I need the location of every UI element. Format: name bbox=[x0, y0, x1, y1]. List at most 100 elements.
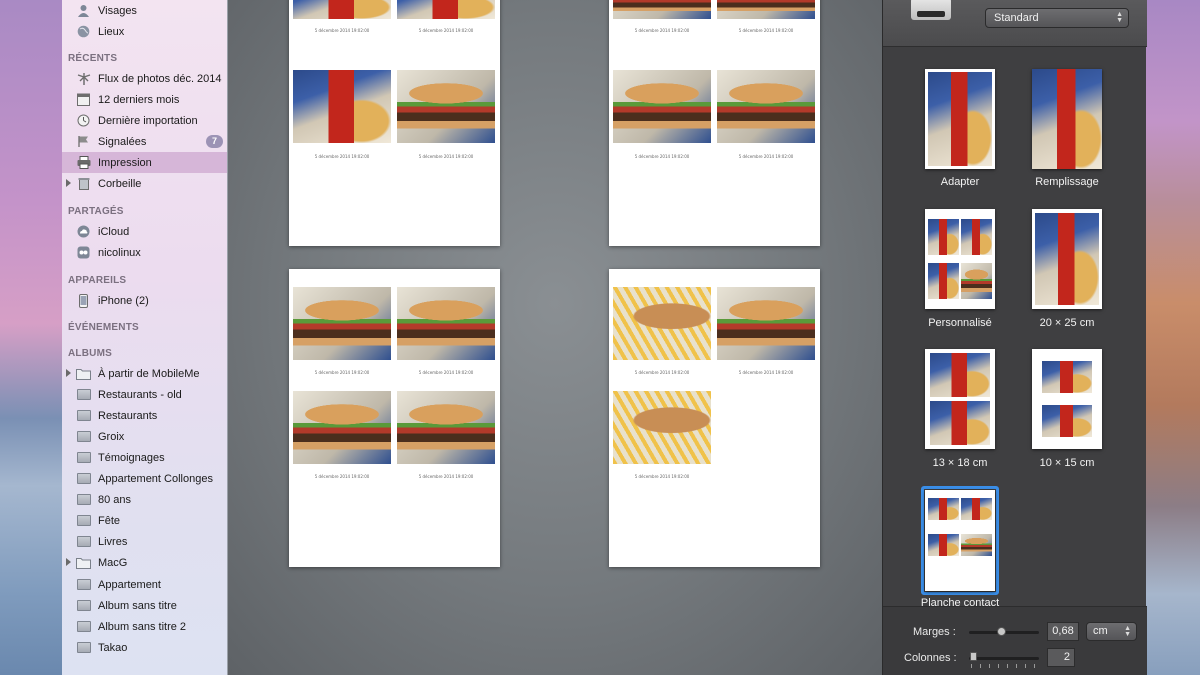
columns-label: Colonnes : bbox=[904, 652, 957, 664]
preset-13x18[interactable] bbox=[925, 349, 995, 449]
photo-thumbnail[interactable] bbox=[397, 287, 495, 360]
sidebar-item-12-months[interactable]: 12 derniers mois bbox=[62, 89, 227, 110]
chevron-updown-icon: ▲ ▼ bbox=[1124, 625, 1131, 638]
sidebar-item-icloud[interactable]: iCloud bbox=[62, 221, 227, 242]
album-icon bbox=[76, 640, 91, 655]
folder-icon bbox=[76, 555, 91, 570]
unit-select[interactable]: cm ▲ ▼ bbox=[1086, 622, 1137, 641]
sidebar-album-mobileme[interactable]: À partir de MobileMe bbox=[62, 363, 227, 384]
photo-caption: 5 décembre 2014 19:02:00 bbox=[634, 154, 690, 159]
columns-slider-knob[interactable] bbox=[970, 652, 977, 661]
paper-size-select[interactable]: Standard ▲ ▼ bbox=[985, 8, 1129, 28]
album-icon bbox=[76, 534, 91, 549]
sidebar-item-trash[interactable]: Corbeille bbox=[62, 173, 227, 194]
columns-slider-track[interactable] bbox=[969, 657, 1039, 660]
sidebar-item-nicolinux[interactable]: nicolinux bbox=[62, 242, 227, 263]
preset-label: 10 × 15 cm bbox=[1039, 457, 1095, 469]
sidebar-album[interactable]: Album sans titre bbox=[62, 595, 227, 616]
preview-page[interactable]: 5 décembre 2014 19:02:00 5 décembre 2014… bbox=[609, 0, 820, 246]
desktop-wallpaper-right bbox=[1146, 0, 1200, 675]
clock-icon bbox=[76, 113, 91, 128]
preset-planche-contact[interactable] bbox=[925, 490, 995, 591]
photo-thumbnail[interactable] bbox=[397, 0, 495, 19]
sidebar-item-label: Flux de photos déc. 2014 bbox=[98, 72, 222, 85]
photo-thumbnail[interactable] bbox=[613, 391, 711, 464]
sidebar-item-label: iCloud bbox=[98, 225, 130, 238]
sidebar-album[interactable]: Takao bbox=[62, 637, 227, 658]
photo-caption: 5 décembre 2014 19:02:00 bbox=[418, 474, 474, 479]
margins-slider-knob[interactable] bbox=[996, 627, 1006, 636]
sidebar-album-macg[interactable]: MacG bbox=[62, 552, 227, 573]
sidebar-album[interactable]: Groix bbox=[62, 426, 227, 447]
sidebar-item-lieux[interactable]: Lieux bbox=[62, 21, 227, 42]
folder-icon bbox=[76, 366, 91, 381]
sidebar-album[interactable]: Livres bbox=[62, 531, 227, 552]
sidebar-item-label: Témoignages bbox=[98, 451, 165, 464]
paper-size-value: Standard bbox=[994, 12, 1039, 24]
section-header-recents: RÉCENTS bbox=[68, 53, 118, 64]
sidebar-item-label: Groix bbox=[98, 430, 125, 443]
margins-field[interactable]: 0,68 bbox=[1047, 622, 1079, 641]
photo-thumbnail[interactable] bbox=[293, 287, 391, 360]
photo-caption: 5 décembre 2014 19:02:00 bbox=[634, 370, 690, 375]
photo-thumbnail[interactable] bbox=[613, 287, 711, 360]
photo-thumbnail[interactable] bbox=[613, 70, 711, 143]
preset-10x15[interactable] bbox=[1032, 349, 1102, 449]
disclosure-triangle-icon[interactable] bbox=[66, 369, 71, 377]
photo-caption: 5 décembre 2014 19:02:00 bbox=[314, 28, 370, 33]
print-preview-area: 5 décembre 2014 19:02:00 5 décembre 2014… bbox=[228, 0, 882, 675]
preset-personnalise[interactable] bbox=[925, 209, 995, 309]
photo-caption: 5 décembre 2014 19:02:00 bbox=[738, 370, 794, 375]
preview-page[interactable]: 5 décembre 2014 19:02:00 5 décembre 2014… bbox=[609, 269, 820, 567]
photo-thumbnail[interactable] bbox=[717, 0, 815, 19]
sidebar-album[interactable]: Témoignages bbox=[62, 447, 227, 468]
preset-label: Remplissage bbox=[1035, 176, 1099, 188]
sidebar-album[interactable]: Restaurants - old bbox=[62, 384, 227, 405]
preset-adapter[interactable] bbox=[925, 69, 995, 169]
sidebar-album[interactable]: Fête bbox=[62, 510, 227, 531]
preview-page[interactable]: 5 décembre 2014 19:02:00 5 décembre 2014… bbox=[289, 0, 500, 246]
sidebar-album[interactable]: Album sans titre 2 bbox=[62, 616, 227, 637]
sidebar-album[interactable]: Appartement bbox=[62, 574, 227, 595]
section-header-evenements: ÉVÉNEMENTS bbox=[68, 322, 139, 333]
sidebar-album[interactable]: Appartement Collonges bbox=[62, 468, 227, 489]
printer-icon bbox=[76, 155, 91, 170]
sidebar-item-photostream[interactable]: Flux de photos déc. 2014 bbox=[62, 68, 227, 89]
photo-thumbnail[interactable] bbox=[717, 70, 815, 143]
sidebar-item-iphone[interactable]: iPhone (2) bbox=[62, 290, 227, 311]
sidebar-item-label: Corbeille bbox=[98, 177, 142, 190]
preview-page[interactable]: 5 décembre 2014 19:02:00 5 décembre 2014… bbox=[289, 269, 500, 567]
album-icon bbox=[76, 387, 91, 402]
sidebar-item-label: 12 derniers mois bbox=[98, 93, 180, 106]
preset-remplissage[interactable] bbox=[1032, 69, 1102, 169]
sidebar-album[interactable]: Restaurants bbox=[62, 405, 227, 426]
sidebar-item-last-import[interactable]: Dernière importation bbox=[62, 110, 227, 131]
photo-thumbnail[interactable] bbox=[397, 391, 495, 464]
sidebar-item-label: Visages bbox=[98, 4, 137, 17]
sidebar-album[interactable]: 80 ans bbox=[62, 489, 227, 510]
section-header-appareils: APPAREILS bbox=[68, 275, 127, 286]
chevron-updown-icon: ▲ ▼ bbox=[1116, 11, 1123, 24]
preset-20x25[interactable] bbox=[1032, 209, 1102, 309]
sidebar-item-impression[interactable]: Impression bbox=[62, 152, 227, 173]
photo-caption: 5 décembre 2014 19:02:00 bbox=[314, 370, 370, 375]
printer-icon bbox=[911, 0, 951, 20]
flagged-count-badge: 7 bbox=[206, 135, 223, 148]
photo-thumbnail[interactable] bbox=[397, 70, 495, 143]
disclosure-triangle-icon[interactable] bbox=[66, 558, 71, 566]
photo-thumbnail[interactable] bbox=[613, 0, 711, 19]
photo-thumbnail[interactable] bbox=[717, 287, 815, 360]
photo-caption: 5 décembre 2014 19:02:00 bbox=[418, 28, 474, 33]
sidebar-item-visages[interactable]: Visages bbox=[62, 0, 227, 21]
album-icon bbox=[76, 577, 91, 592]
disclosure-triangle-icon[interactable] bbox=[66, 179, 71, 187]
preset-label: Adapter bbox=[940, 176, 980, 188]
photo-caption: 5 décembre 2014 19:02:00 bbox=[314, 154, 370, 159]
sidebar-item-flagged[interactable]: Signalées 7 bbox=[62, 131, 227, 152]
columns-field[interactable]: 2 bbox=[1047, 648, 1075, 667]
photo-thumbnail[interactable] bbox=[293, 70, 391, 143]
photo-thumbnail[interactable] bbox=[293, 391, 391, 464]
photo-thumbnail[interactable] bbox=[293, 0, 391, 19]
album-icon bbox=[76, 471, 91, 486]
sidebar-item-label: iPhone (2) bbox=[98, 294, 149, 307]
